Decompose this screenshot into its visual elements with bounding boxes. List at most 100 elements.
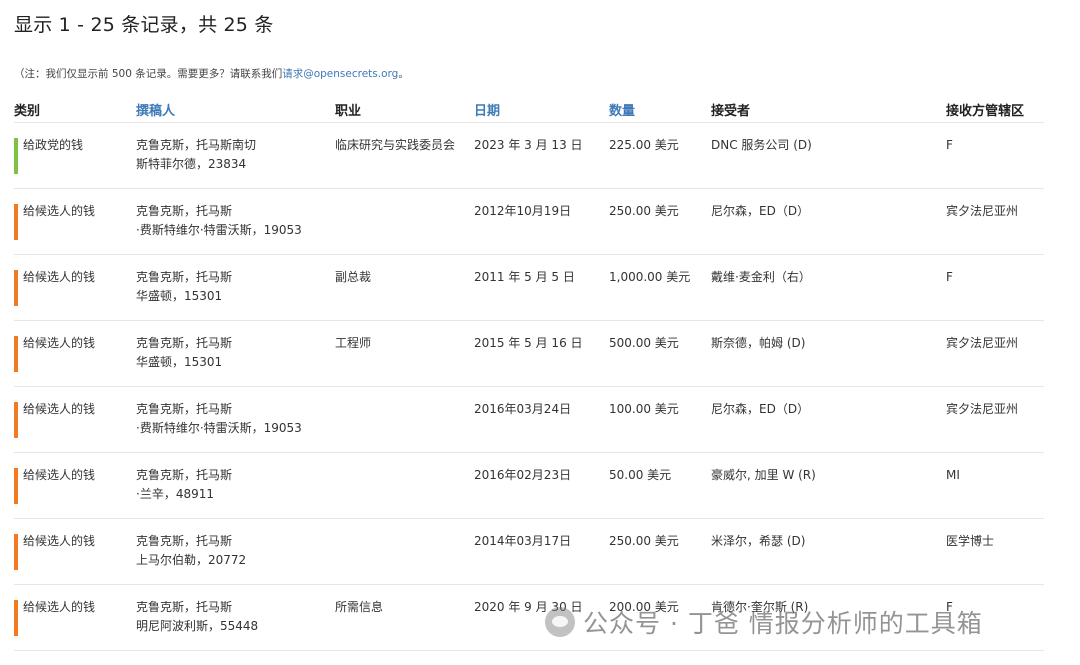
cell-amount: 225.00 美元 <box>609 122 711 189</box>
records-note: （注：我们仅显示前 500 条记录。需要更多？请联系我们请求@opensecre… <box>14 66 409 81</box>
cell-type: 给候选人的钱 <box>14 320 136 387</box>
cell-occupation <box>335 188 474 255</box>
cell-date: 2015 年 5 月 16 日 <box>474 320 609 387</box>
cell-recipient: 米泽尔，希瑟 (D) <box>711 518 946 585</box>
cell-type: 给候选人的钱 <box>14 518 136 585</box>
type-color-bar <box>14 402 18 438</box>
contributor-name: 克鲁克斯，托马斯 <box>136 468 233 482</box>
contributor-location: 明尼阿波利斯，55448 <box>136 619 259 633</box>
contributor-location: 华盛顿，15301 <box>136 355 223 369</box>
type-label: 给候选人的钱 <box>23 534 96 548</box>
cell-amount: 1,000.00 美元 <box>609 254 711 321</box>
cell-contributor: 克鲁克斯，托马斯 明尼阿波利斯，55448 <box>136 584 335 651</box>
table-row: 给候选人的钱 克鲁克斯，托马斯 ·兰辛，48911 2016年02月23日 50.00 … <box>14 452 1044 519</box>
type-label: 给候选人的钱 <box>23 402 96 416</box>
cell-occupation <box>335 452 474 519</box>
contributor-location: ·费斯特维尔·特雷沃斯，19053 <box>136 223 302 237</box>
cell-amount: 250.00 美元 <box>609 188 711 255</box>
contributor-name: 克鲁克斯，托马斯南切 <box>136 138 257 152</box>
cell-state: F <box>946 254 1044 321</box>
contributor-location: ·费斯特维尔·特雷沃斯，19053 <box>136 421 302 435</box>
results-summary: 显示 1 - 25 条记录，共 25 条 <box>14 14 274 36</box>
contributions-table: 类别 撰稿人 职业 日期 数量 接受者 接收方管辖区 给政党的钱 克鲁克斯，托马斯… <box>14 100 1044 651</box>
cell-recipient: 豪威尔, 加里 W (R) <box>711 452 946 519</box>
cell-contributor: 克鲁克斯，托马斯 华盛顿，15301 <box>136 320 335 387</box>
table-row: 给候选人的钱 克鲁克斯，托马斯 华盛顿，15301 工程师 2015 年 5 月 16 … <box>14 320 1044 387</box>
cell-state: F <box>946 122 1044 189</box>
cell-state: MI <box>946 452 1044 519</box>
cell-contributor: 克鲁克斯，托马斯 上马尔伯勒，20772 <box>136 518 335 585</box>
cell-recipient: 尼尔森，ED（D） <box>711 188 946 255</box>
type-color-bar <box>14 468 18 504</box>
cell-date: 2016年02月23日 <box>474 452 609 519</box>
cell-recipient: DNC 服务公司 (D) <box>711 122 946 189</box>
cell-type: 给政党的钱 <box>14 122 136 189</box>
cell-state: 宾夕法尼亚州 <box>946 188 1044 255</box>
type-label: 给候选人的钱 <box>23 600 96 614</box>
cell-type: 给候选人的钱 <box>14 254 136 321</box>
contributor-name: 克鲁克斯，托马斯 <box>136 336 233 350</box>
cell-amount: 50.00 美元 <box>609 452 711 519</box>
cell-date: 2012年10月19日 <box>474 188 609 255</box>
cell-date: 2014年03月17日 <box>474 518 609 585</box>
header-amount-sort[interactable]: 数量 <box>609 100 711 123</box>
type-label: 给候选人的钱 <box>23 336 96 350</box>
type-color-bar <box>14 336 18 372</box>
contributor-location: 斯特菲尔德，23834 <box>136 157 247 171</box>
table-row: 给候选人的钱 克鲁克斯，托马斯 上马尔伯勒，20772 2014年03月17日 250.… <box>14 518 1044 585</box>
watermark-text: 公众号 · 丁爸 情报分析师的工具箱 <box>583 609 983 638</box>
cell-occupation: 临床研究与实践委员会 <box>335 122 474 189</box>
watermark: 公众号 · 丁爸 情报分析师的工具箱 <box>545 600 983 644</box>
table-row: 给候选人的钱 克鲁克斯，托马斯 华盛顿，15301 副总裁 2011 年 5 月 5 日… <box>14 254 1044 321</box>
type-color-bar <box>14 270 18 306</box>
table-row: 给候选人的钱 克鲁克斯，托马斯 ·费斯特维尔·特雷沃斯，19053 2012年10月1… <box>14 188 1044 255</box>
type-label: 给候选人的钱 <box>23 204 96 218</box>
cell-date: 2016年03月24日 <box>474 386 609 453</box>
type-label: 给候选人的钱 <box>23 270 96 284</box>
contributor-location: 华盛顿，15301 <box>136 289 223 303</box>
cell-occupation <box>335 386 474 453</box>
cell-occupation: 所需信息 <box>335 584 474 651</box>
cell-type: 给候选人的钱 <box>14 188 136 255</box>
cell-type: 给候选人的钱 <box>14 452 136 519</box>
cell-contributor: 克鲁克斯，托马斯 ·费斯特维尔·特雷沃斯，19053 <box>136 188 335 255</box>
header-date-sort[interactable]: 日期 <box>474 100 609 123</box>
type-color-bar <box>14 138 18 174</box>
request-email-link[interactable]: 请求@opensecrets.org <box>282 68 398 80</box>
cell-state: 医学博士 <box>946 518 1044 585</box>
contributor-location: ·兰辛，48911 <box>136 487 214 501</box>
cell-date: 2023 年 3 月 13 日 <box>474 122 609 189</box>
contributor-name: 克鲁克斯，托马斯 <box>136 204 233 218</box>
header-recipient: 接受者 <box>711 100 946 123</box>
note-suffix: 。 <box>398 68 409 80</box>
cell-type: 给候选人的钱 <box>14 386 136 453</box>
cell-amount: 250.00 美元 <box>609 518 711 585</box>
type-color-bar <box>14 204 18 240</box>
cell-recipient: 尼尔森，ED（D） <box>711 386 946 453</box>
cell-type: 给候选人的钱 <box>14 584 136 651</box>
header-type: 类别 <box>14 100 136 123</box>
cell-contributor: 克鲁克斯，托马斯南切 斯特菲尔德，23834 <box>136 122 335 189</box>
cell-amount: 500.00 美元 <box>609 320 711 387</box>
cell-state: 宾夕法尼亚州 <box>946 386 1044 453</box>
contributor-name: 克鲁克斯，托马斯 <box>136 270 233 284</box>
contributor-name: 克鲁克斯，托马斯 <box>136 402 233 416</box>
note-prefix: （注：我们仅显示前 500 条记录。需要更多？请联系我们 <box>14 68 283 80</box>
table-row: 给政党的钱 克鲁克斯，托马斯南切 斯特菲尔德，23834 临床研究与实践委员会 2023… <box>14 122 1044 189</box>
header-contributor-sort[interactable]: 撰稿人 <box>136 100 335 123</box>
cell-contributor: 克鲁克斯，托马斯 ·费斯特维尔·特雷沃斯，19053 <box>136 386 335 453</box>
table-row: 给候选人的钱 克鲁克斯，托马斯 ·费斯特维尔·特雷沃斯，19053 2016年03月2… <box>14 386 1044 453</box>
type-label: 给候选人的钱 <box>23 468 96 482</box>
header-state: 接收方管辖区 <box>946 100 1044 123</box>
cell-recipient: 斯奈德，帕姆 (D) <box>711 320 946 387</box>
cell-contributor: 克鲁克斯，托马斯 华盛顿，15301 <box>136 254 335 321</box>
cell-occupation <box>335 518 474 585</box>
contributor-name: 克鲁克斯，托马斯 <box>136 534 233 548</box>
type-label: 给政党的钱 <box>23 138 84 152</box>
cell-contributor: 克鲁克斯，托马斯 ·兰辛，48911 <box>136 452 335 519</box>
type-color-bar <box>14 534 18 570</box>
cell-amount: 100.00 美元 <box>609 386 711 453</box>
table-header-row: 类别 撰稿人 职业 日期 数量 接受者 接收方管辖区 <box>14 100 1044 123</box>
cell-state: 宾夕法尼亚州 <box>946 320 1044 387</box>
type-color-bar <box>14 600 18 636</box>
